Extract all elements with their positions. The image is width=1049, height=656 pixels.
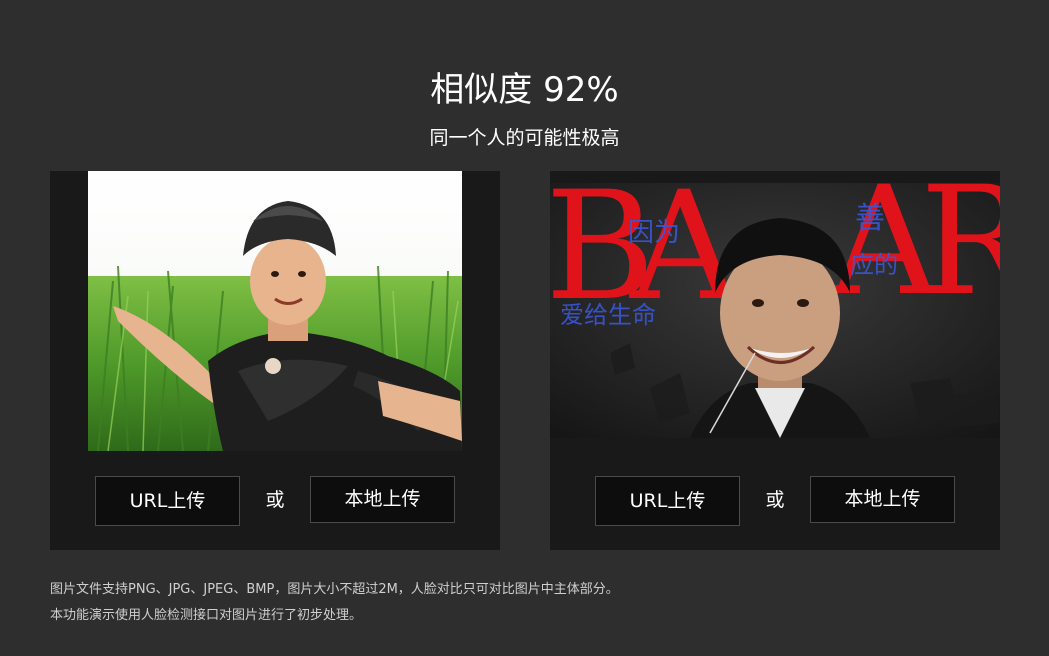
local-upload-button[interactable]: 本地上传 (310, 476, 455, 523)
or-label: 或 (765, 489, 785, 511)
magazine-letter-r: R (920, 183, 1000, 329)
upload-actions-left: URL上传 或 本地上传 (50, 476, 500, 526)
similarity-title: 相似度 92% (430, 70, 619, 110)
right-photo-illustration: B A A R 因为 爱给生命 善 应的 (550, 183, 1000, 438)
magazine-overlay-1: 因为 (628, 218, 680, 248)
or-label: 或 (265, 489, 285, 511)
url-upload-button[interactable]: URL上传 (95, 476, 240, 526)
note-processing: 本功能演示使用人脸检测接口对图片进行了初步处理。 (50, 608, 363, 623)
magazine-overlay-4: 应的 (850, 251, 898, 279)
note-format: 图片文件支持PNG、JPG、JPEG、BMP，图片大小不超过2M，人脸对比只可对… (50, 582, 619, 597)
right-face-photo: B A A R 因为 爱给生命 善 应的 (550, 183, 1000, 438)
magazine-overlay-3: 善 (855, 201, 885, 236)
local-upload-button[interactable]: 本地上传 (810, 476, 955, 523)
url-upload-button[interactable]: URL上传 (595, 476, 740, 526)
similarity-subtitle: 同一个人的可能性极高 (429, 127, 620, 149)
face-compare-page: 相似度 92% 同一个人的可能性极高 URL上传 或 本地上传 B A A R … (0, 0, 1049, 656)
magazine-overlay-2: 爱给生命 (560, 301, 656, 329)
image-panel-left: URL上传 或 本地上传 (50, 171, 500, 550)
left-face-photo (88, 171, 462, 451)
image-panel-right: B A A R 因为 爱给生命 善 应的 URL上传 或 本地上传 (550, 171, 1000, 550)
upload-actions-right: URL上传 或 本地上传 (550, 476, 1000, 526)
upload-notes: 图片文件支持PNG、JPG、JPEG、BMP，图片大小不超过2M，人脸对比只可对… (50, 577, 619, 629)
left-photo-illustration (88, 171, 462, 451)
